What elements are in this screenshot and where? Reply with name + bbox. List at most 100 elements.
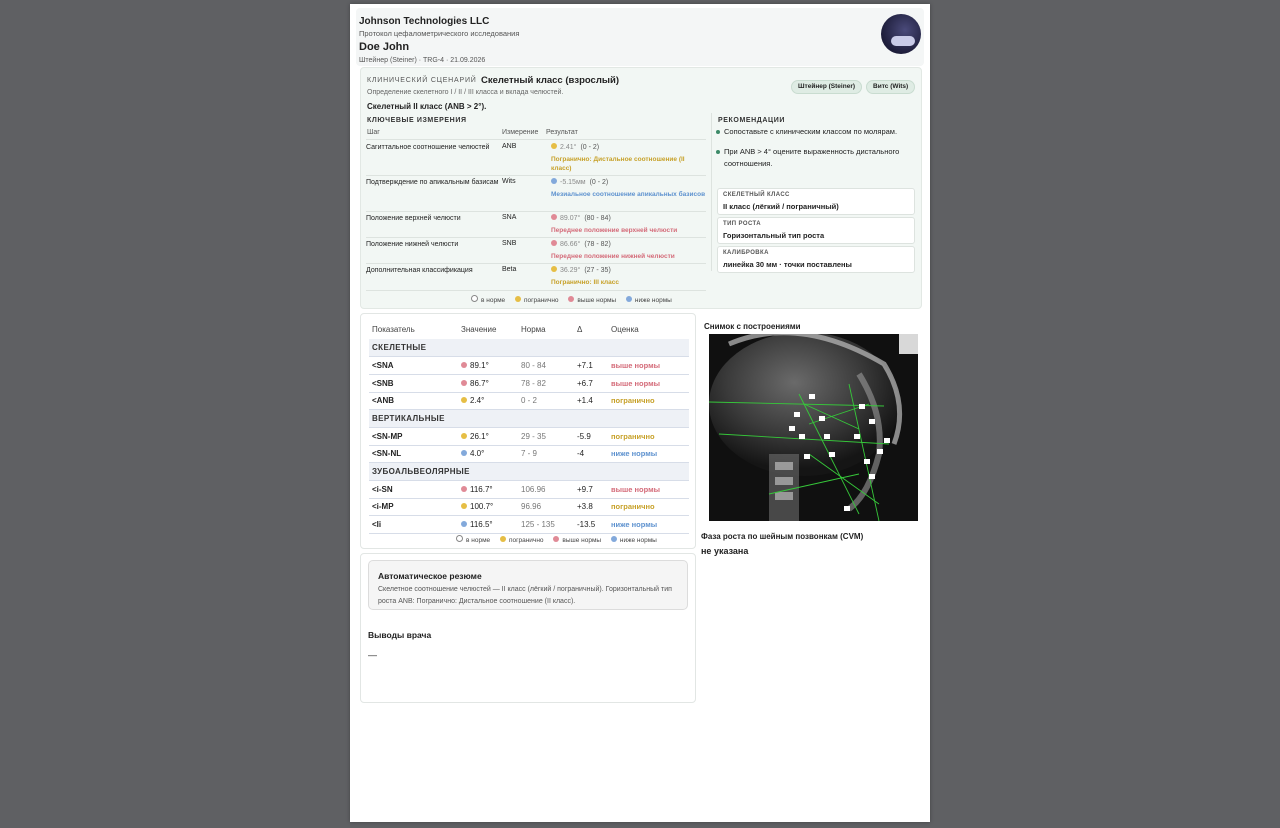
col-header: Норма (521, 325, 546, 334)
clinical-scenario-card: КЛИНИЧЕСКИЙ СЦЕНАРИЙ Скелетный класс (вз… (360, 67, 922, 309)
km-header-result: Результат (546, 129, 578, 136)
status-dot-icon (461, 432, 467, 439)
auto-summary-title: Автоматическое резюме (378, 571, 482, 581)
indicator-delta: +9.7 (577, 484, 593, 494)
km-status: Погранично: Дистальное соотношение (II к… (551, 156, 685, 172)
indicator-grade: выше нормы (611, 361, 661, 370)
col-header: Оценка (611, 325, 639, 334)
auto-summary-text: Скелетное соотношение челюстей — II клас… (378, 586, 672, 605)
group-name: СКЕЛЕТНЫЕ (372, 343, 427, 352)
km-step: Дополнительная классификация (366, 267, 473, 274)
km-result: -5.15мм (0 - 2) (551, 178, 608, 186)
cvm-value: не указана (701, 546, 749, 556)
study-meta: Штейнер (Steiner) · TRG-4 · 21.09.2026 (359, 57, 486, 64)
table-group-header: ЗУБОАЛЬВЕОЛЯРНЫЕ (369, 462, 689, 481)
indicator-name: <SN-MP (372, 431, 403, 441)
km-measure: SNA (502, 214, 517, 221)
km-status: Переднее положение нижней челюсти (551, 253, 675, 260)
table-row: <ANB 2.4° 0 - 2 +1.4 погранично (369, 392, 689, 410)
km-step: Положение верхней челюсти (366, 215, 461, 222)
status-dot-icon (551, 214, 557, 220)
km-row: Положение верхней челюсти SNA 89.07° (80 … (366, 211, 706, 238)
indicator-value: 116.5° (461, 520, 493, 529)
indicator-norm: 106.96 (521, 484, 546, 494)
indicator-value: 89.1° (461, 361, 489, 370)
km-result: 89.07° (80 - 84) (551, 214, 611, 222)
table-group-header: СКЕЛЕТНЫЕ (369, 339, 689, 357)
indicator-value: 116.7° (461, 485, 493, 494)
indicator-norm: 0 - 2 (521, 396, 538, 405)
moon-cloud-logo-icon (881, 14, 921, 54)
km-measure: ANB (502, 143, 517, 150)
status-dot-icon (551, 178, 557, 184)
status-dot-icon (461, 397, 467, 403)
doctor-conclusions-value[interactable]: — (368, 650, 377, 660)
col-header: Показатель (372, 325, 415, 334)
km-result: 36.29° (27 - 35) (551, 266, 611, 274)
km-step: Подтверждение по апикальным базисам (366, 179, 499, 186)
protocol-title: Протокол цефалометрического исследования (359, 29, 520, 38)
skeletal-class-box: СКЕЛЕТНЫЙ КЛАСС II класс (лёгкий / погра… (717, 188, 915, 215)
legend-borderline-dot-icon (499, 536, 506, 542)
cephalogram-svg (709, 334, 918, 521)
indicator-grade: выше нормы (611, 378, 661, 388)
legend-borderline-dot-icon (514, 296, 521, 302)
indicator-delta: +7.1 (577, 361, 593, 370)
scenario-result: Скелетный II класс (ANB > 2°). (367, 102, 487, 111)
legend-normal-dot-icon (471, 295, 478, 302)
km-row: Сагиттальное соотношение челюстей ANB 2.… (366, 140, 706, 176)
table-row: <i-MP 100.7° 96.96 +3.8 погранично (369, 498, 689, 516)
km-row: Дополнительная классификация Beta 36.29°… (366, 263, 706, 291)
indicator-value: 86.7° (461, 379, 489, 388)
indicator-name: <SNB (372, 378, 394, 388)
indicator-norm: 80 - 84 (521, 361, 546, 370)
xray-title: Снимок с построениями (704, 322, 801, 331)
indicator-value: 4.0° (461, 449, 484, 458)
km-measure: Beta (502, 266, 517, 273)
recommendations-label: РЕКОМЕНДАЦИИ (718, 117, 786, 124)
col-header: Значение (461, 325, 497, 334)
indicator-norm: 29 - 35 (521, 431, 546, 441)
indicator-grade: погранично (611, 396, 655, 405)
method-pill-steiner[interactable]: Штейнер (Steiner) (791, 80, 863, 94)
table-header: Показатель Значение Норма Δ Оценка (369, 325, 689, 340)
status-dot-icon (461, 362, 467, 368)
status-dot-icon (461, 520, 467, 527)
km-status: Погранично: III класс (551, 279, 620, 286)
status-dot-icon (461, 379, 467, 386)
status-dot-icon (551, 143, 557, 149)
legend-above-dot-icon (568, 296, 575, 302)
table-group-header: ВЕРТИКАЛЬНЫЕ (369, 409, 689, 428)
table-row: <SN-MP 26.1° 29 - 35 -5.9 погранично (369, 428, 689, 446)
cephalogram-image[interactable] (709, 334, 918, 521)
km-status: Переднее положение верхней челюсти (551, 227, 678, 234)
km-result: 2.41° (0 - 2) (551, 143, 599, 151)
recommendation-item: Сопоставьте с клиническим классом по мол… (716, 126, 916, 138)
legend-below-dot-icon (610, 536, 617, 542)
key-measurements-label: КЛЮЧЕВЫЕ ИЗМЕРЕНИЯ (367, 117, 467, 124)
scenario-description: Определение скелетного I / II / III клас… (367, 89, 564, 96)
company-name: Johnson Technologies LLC (359, 16, 490, 27)
table-row: <SNA 89.1° 80 - 84 +7.1 выше нормы (369, 357, 689, 375)
indicator-value: 2.4° (461, 396, 484, 405)
indicator-delta: +1.4 (577, 396, 593, 405)
indicator-delta: +6.7 (577, 378, 593, 388)
indicator-grade: погранично (611, 431, 655, 441)
status-dot-icon (551, 240, 557, 246)
table-row: <SNB 86.7° 78 - 82 +6.7 выше нормы (369, 375, 689, 393)
indicator-name: <i-MP (372, 502, 394, 511)
method-pill-wits[interactable]: Витс (Wits) (866, 80, 916, 94)
km-header-step: Шаг (367, 129, 380, 136)
status-dot-icon (461, 503, 467, 509)
indicator-delta: -13.5 (577, 519, 596, 529)
measurements-table-panel: Показатель Значение Норма Δ Оценка СКЕЛЕ… (360, 313, 696, 549)
status-dot-icon (461, 485, 467, 492)
km-step: Сагиттальное соотношение челюстей (366, 144, 490, 151)
status-legend: в норме погранично выше нормы ниже нормы (471, 295, 680, 304)
km-step: Положение нижней челюсти (366, 241, 459, 248)
indicator-norm: 125 - 135 (521, 519, 555, 529)
summary-panel: Автоматическое резюме Скелетное соотноше… (360, 553, 696, 703)
recommendation-item: При ANB > 4° оцените выраженность дистал… (716, 146, 916, 170)
indicator-name: <i-SN (372, 484, 393, 494)
indicator-grade: погранично (611, 502, 655, 511)
